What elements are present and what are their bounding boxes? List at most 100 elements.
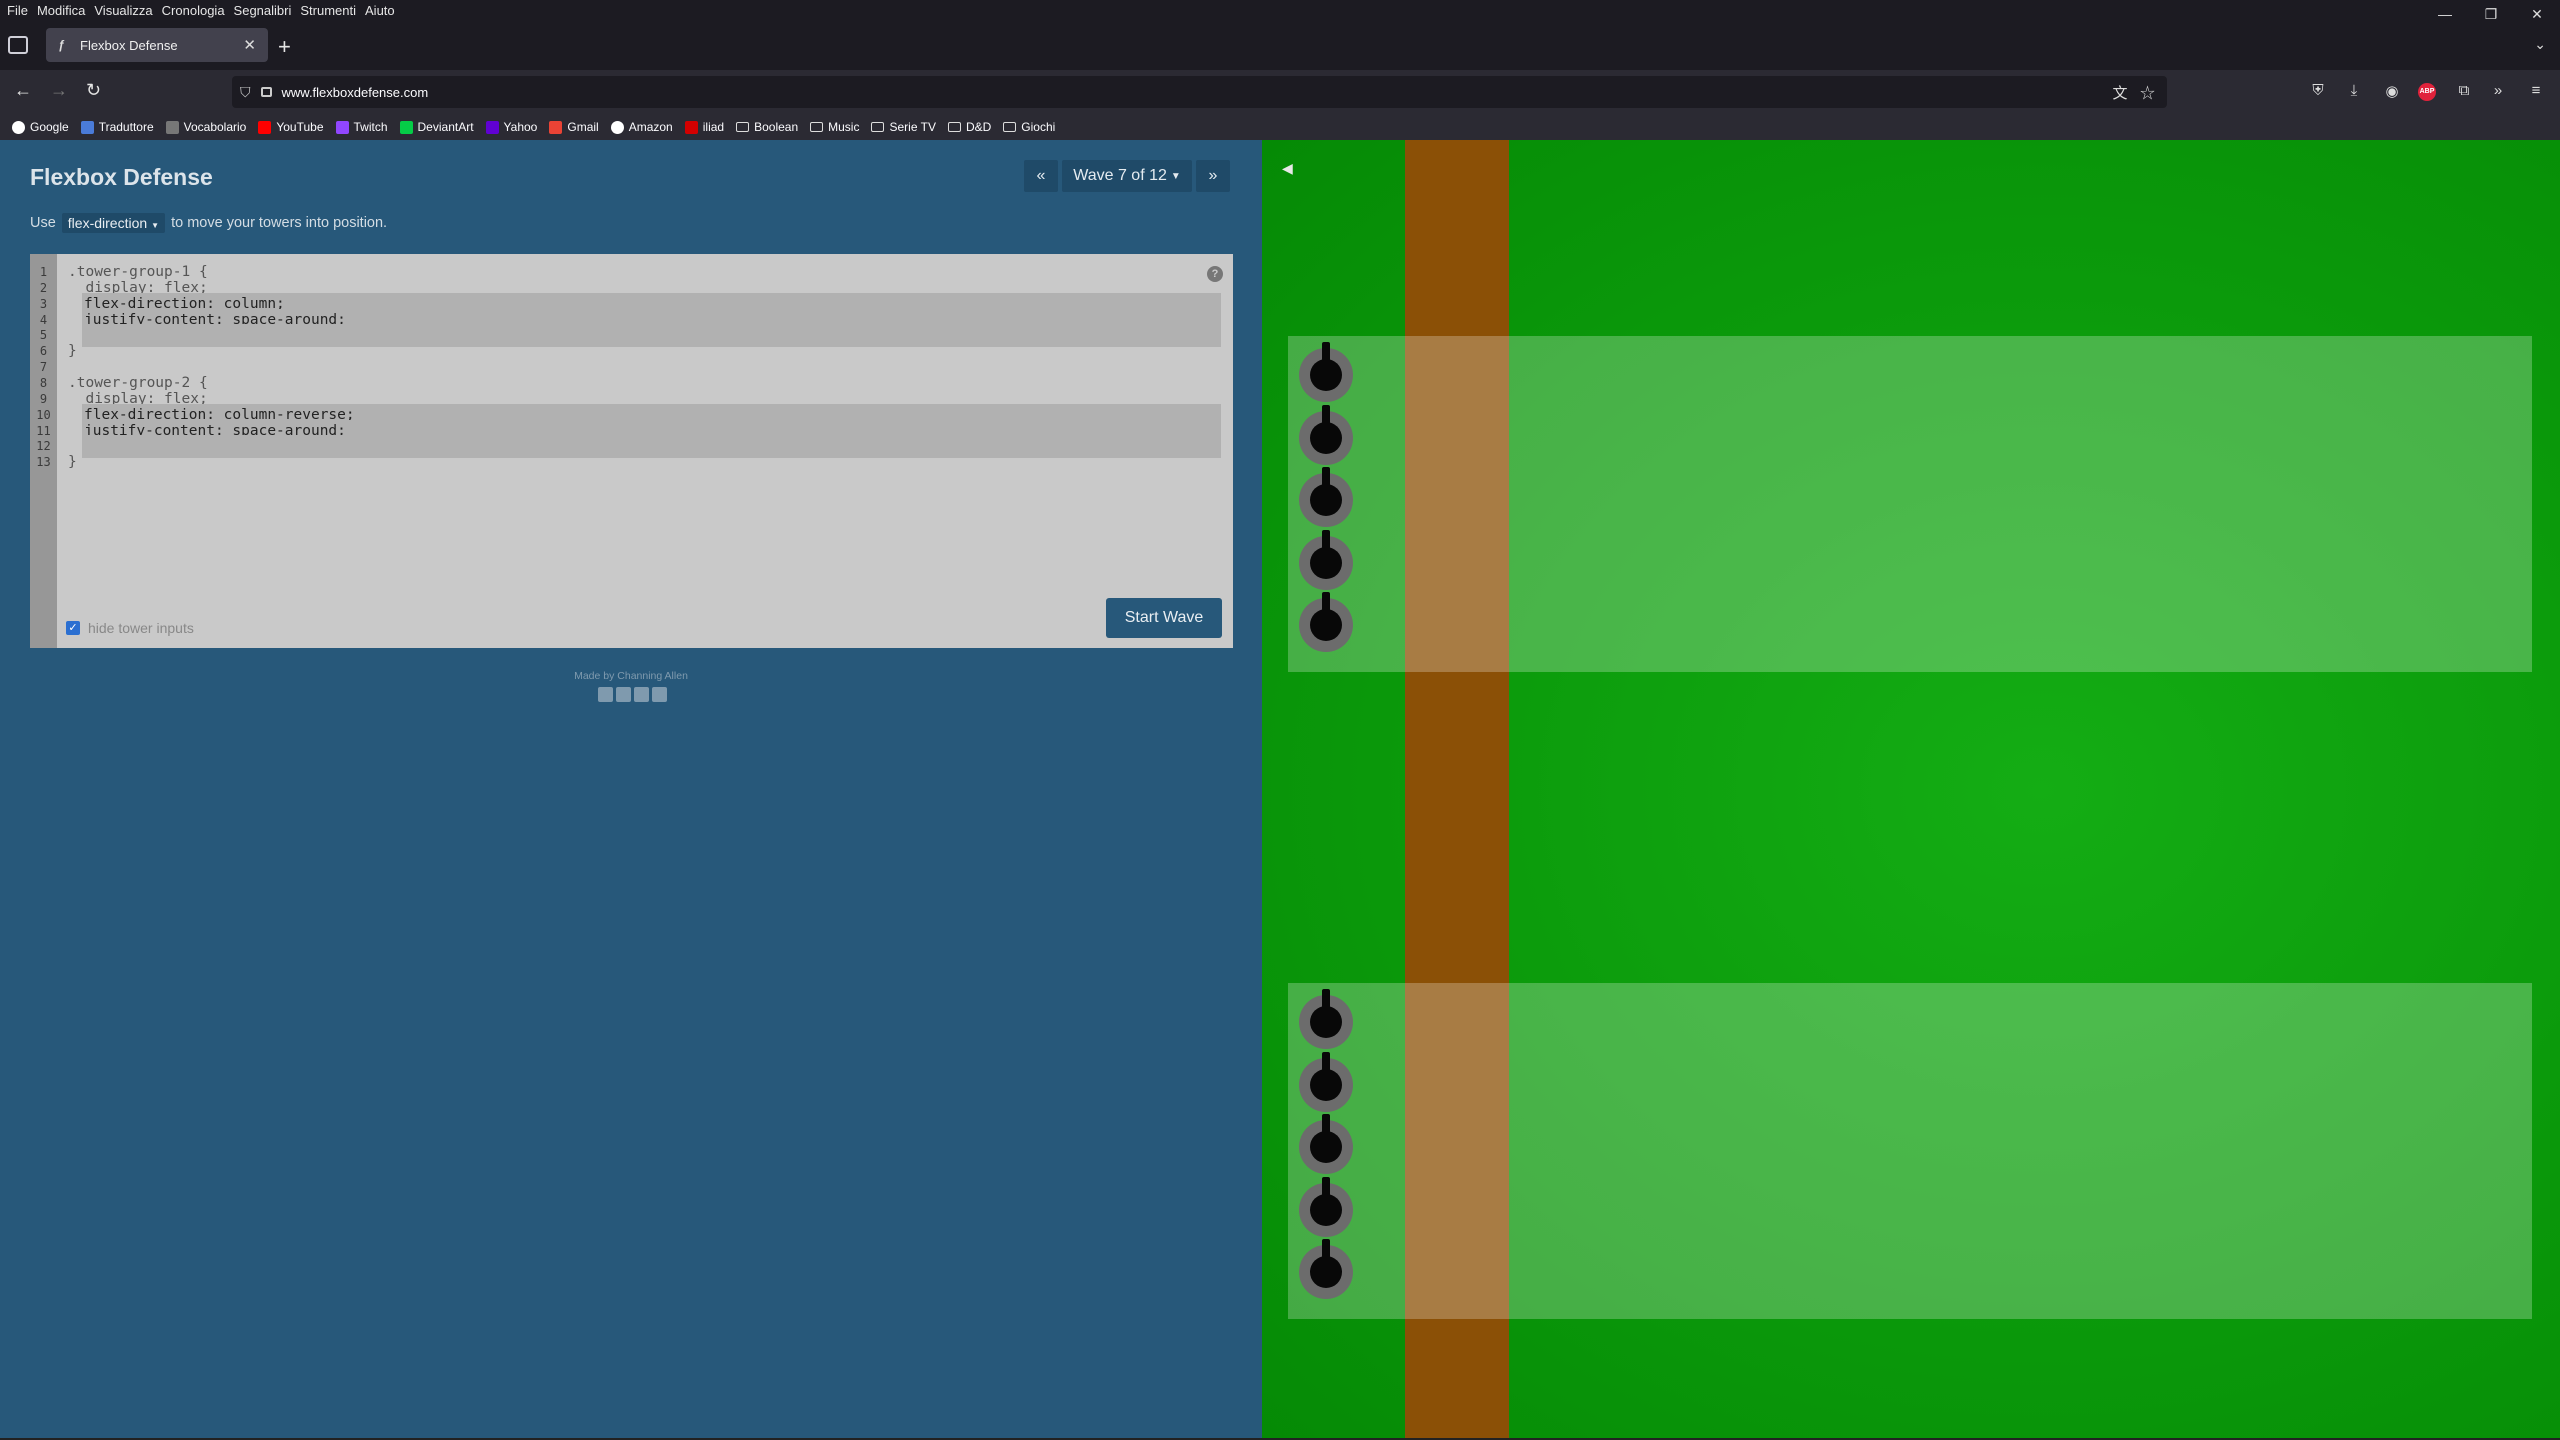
start-wave-button[interactable]: Start Wave xyxy=(1106,598,1222,638)
twitch-icon xyxy=(335,120,349,134)
linkedin-icon[interactable] xyxy=(634,687,649,702)
previous-wave-button[interactable]: « xyxy=(1024,160,1058,192)
menu-item-visualizza[interactable]: Visualizza xyxy=(94,3,152,18)
download-icon[interactable]: ⤓ xyxy=(2344,82,2364,99)
wave-select-dropdown[interactable]: Wave 7 of 12 ▼ xyxy=(1062,160,1192,192)
bookmark-giochi[interactable]: Giochi xyxy=(1003,120,1055,134)
iliad-icon xyxy=(684,120,698,134)
property-dropdown[interactable]: flex-direction ▼ xyxy=(61,213,166,233)
tower-barrel xyxy=(1322,342,1330,370)
help-icon[interactable]: ? xyxy=(1207,266,1223,282)
tower-barrel xyxy=(1322,1176,1330,1205)
new-tab-icon[interactable]: + xyxy=(278,34,291,60)
css-input-line[interactable] xyxy=(82,324,1221,347)
caret-down-icon: ▼ xyxy=(151,221,160,230)
address-bar[interactable]: ⛉ www.flexboxdefense.com 文 ☆ xyxy=(232,76,2167,108)
instruction-text: Use flex-direction ▼ to move your towers … xyxy=(30,213,387,233)
sound-icon[interactable]: ◀ xyxy=(1282,160,1293,177)
url-text[interactable]: www.flexboxdefense.com xyxy=(282,85,429,100)
line-number: 8 xyxy=(39,376,48,390)
tab-list-icon[interactable] xyxy=(8,36,28,54)
menu-bar: File Modifica Visualizza Cronologia Segnalib… xyxy=(0,0,2560,20)
lock-icon[interactable] xyxy=(260,87,272,97)
back-icon[interactable]: ← xyxy=(14,80,32,101)
github-icon[interactable] xyxy=(652,687,667,702)
bookmark-label: Gmail xyxy=(567,120,599,134)
bookmark-boolean[interactable]: Boolean xyxy=(736,120,798,134)
hide-tower-inputs-label: hide tower inputs xyxy=(88,620,194,636)
wave-navigator: « Wave 7 of 12 ▼ » xyxy=(1024,160,1230,192)
instructions-panel: Flexbox Defense « Wave 7 of 12 ▼ » Use f… xyxy=(0,140,1262,1440)
forward-icon[interactable]: → xyxy=(50,80,68,101)
menu-item-aiuto[interactable]: Aiuto xyxy=(365,3,395,18)
bookmark-label: D&D xyxy=(965,120,992,134)
navigation-bar: ← → ↻ ⛉ www.flexboxdefense.com 文 ☆ ⛨ ⤓ ◉… xyxy=(0,70,2560,114)
bookmark-youtube[interactable]: YouTube xyxy=(258,120,324,134)
overflow-menu-icon[interactable]: » xyxy=(2488,82,2508,99)
bookmark-label: Google xyxy=(30,120,69,134)
bookmark-gmail[interactable]: Gmail xyxy=(549,120,599,134)
bookmark-twitch[interactable]: Twitch xyxy=(335,120,388,134)
css-input-line[interactable] xyxy=(82,435,1221,458)
hide-tower-inputs-toggle[interactable]: ✓ hide tower inputs xyxy=(66,620,194,636)
bookmark-label: Music xyxy=(828,120,860,134)
extensions-icon[interactable]: ⧉ xyxy=(2454,82,2474,99)
bookmark-yahoo[interactable]: Yahoo xyxy=(485,120,537,134)
tower-icon xyxy=(1299,1176,1353,1237)
bookmarks-bar: Google Traduttore Vocabolario YouTube Twitch… xyxy=(0,114,2560,140)
bookmark-label: DeviantArt xyxy=(417,120,474,134)
bookmark-amazon[interactable]: Amazon xyxy=(610,120,673,134)
bookmark-d-d[interactable]: D&D xyxy=(947,120,992,134)
page-content: Flexbox Defense « Wave 7 of 12 ▼ » Use f… xyxy=(0,140,2560,1440)
tower-barrel xyxy=(1322,467,1330,495)
bookmark-label: YouTube xyxy=(276,120,324,134)
translate-and-star-icons[interactable]: 文 ☆ xyxy=(2112,82,2155,103)
menu-item-cronologia[interactable]: Cronologia xyxy=(162,3,225,18)
hamburger-menu-icon[interactable]: ≡ xyxy=(2526,82,2546,99)
bookmark-label: Amazon xyxy=(628,120,673,134)
bookmark-label: Vocabolario xyxy=(183,120,247,134)
tower-icon xyxy=(1299,1239,1353,1299)
folder-icon xyxy=(871,122,885,132)
line-number: 3 xyxy=(39,297,48,311)
reload-icon[interactable]: ↻ xyxy=(86,80,101,101)
gmail-icon xyxy=(549,120,563,134)
menu-item-strumenti[interactable]: Strumenti xyxy=(300,3,356,18)
site-favicon-icon: ƒ xyxy=(58,38,65,52)
tab-flexbox-defense[interactable]: ƒ Flexbox Defense ✕ xyxy=(46,28,268,62)
twitter-icon[interactable] xyxy=(616,687,631,702)
menu-item-file[interactable]: File xyxy=(7,3,28,18)
bookmark-google[interactable]: Google xyxy=(12,120,69,134)
line-number: 11 xyxy=(36,424,51,438)
instruction-prefix: Use xyxy=(30,215,56,231)
youtube-icon xyxy=(258,120,272,134)
yahoo-icon xyxy=(485,120,499,134)
close-tab-icon[interactable]: ✕ xyxy=(243,36,256,54)
checkbox-checked-icon[interactable]: ✓ xyxy=(66,621,80,635)
caret-down-icon: ▼ xyxy=(1170,170,1181,182)
code-line: .tower-group-1 { xyxy=(68,264,208,280)
menu-item-modifica[interactable]: Modifica xyxy=(37,3,85,18)
tower-barrel xyxy=(1322,529,1330,558)
code-line: } xyxy=(68,454,77,470)
line-number: 12 xyxy=(36,439,51,453)
tower-barrel xyxy=(1322,989,1330,1017)
bookmark-serie-tv[interactable]: Serie TV xyxy=(871,120,936,134)
facebook-icon[interactable] xyxy=(598,687,613,702)
wave-label: Wave 7 of 12 xyxy=(1073,167,1167,184)
bookmark-vocabolario[interactable]: Vocabolario xyxy=(165,120,247,134)
pocket-icon[interactable]: ⛨ xyxy=(2308,82,2328,99)
menu-item-segnalibri[interactable]: Segnalibri xyxy=(234,3,292,18)
tower-icon xyxy=(1299,592,1353,652)
instruction-suffix: to move your towers into position. xyxy=(171,215,388,231)
bookmark-traduttore[interactable]: Traduttore xyxy=(80,120,154,134)
bookmark-iliad[interactable]: iliad xyxy=(684,120,724,134)
bookmark-music[interactable]: Music xyxy=(810,120,859,134)
shield-icon[interactable]: ⛉ xyxy=(240,84,251,101)
next-wave-button[interactable]: » xyxy=(1196,160,1230,192)
tower-barrel xyxy=(1322,1239,1330,1267)
adblock-icon[interactable]: ABP xyxy=(2418,83,2436,101)
bookmark-deviantart[interactable]: DeviantArt xyxy=(399,120,474,134)
chevron-down-icon[interactable]: ⌄ xyxy=(2534,36,2546,53)
account-icon[interactable]: ◉ xyxy=(2382,82,2402,100)
